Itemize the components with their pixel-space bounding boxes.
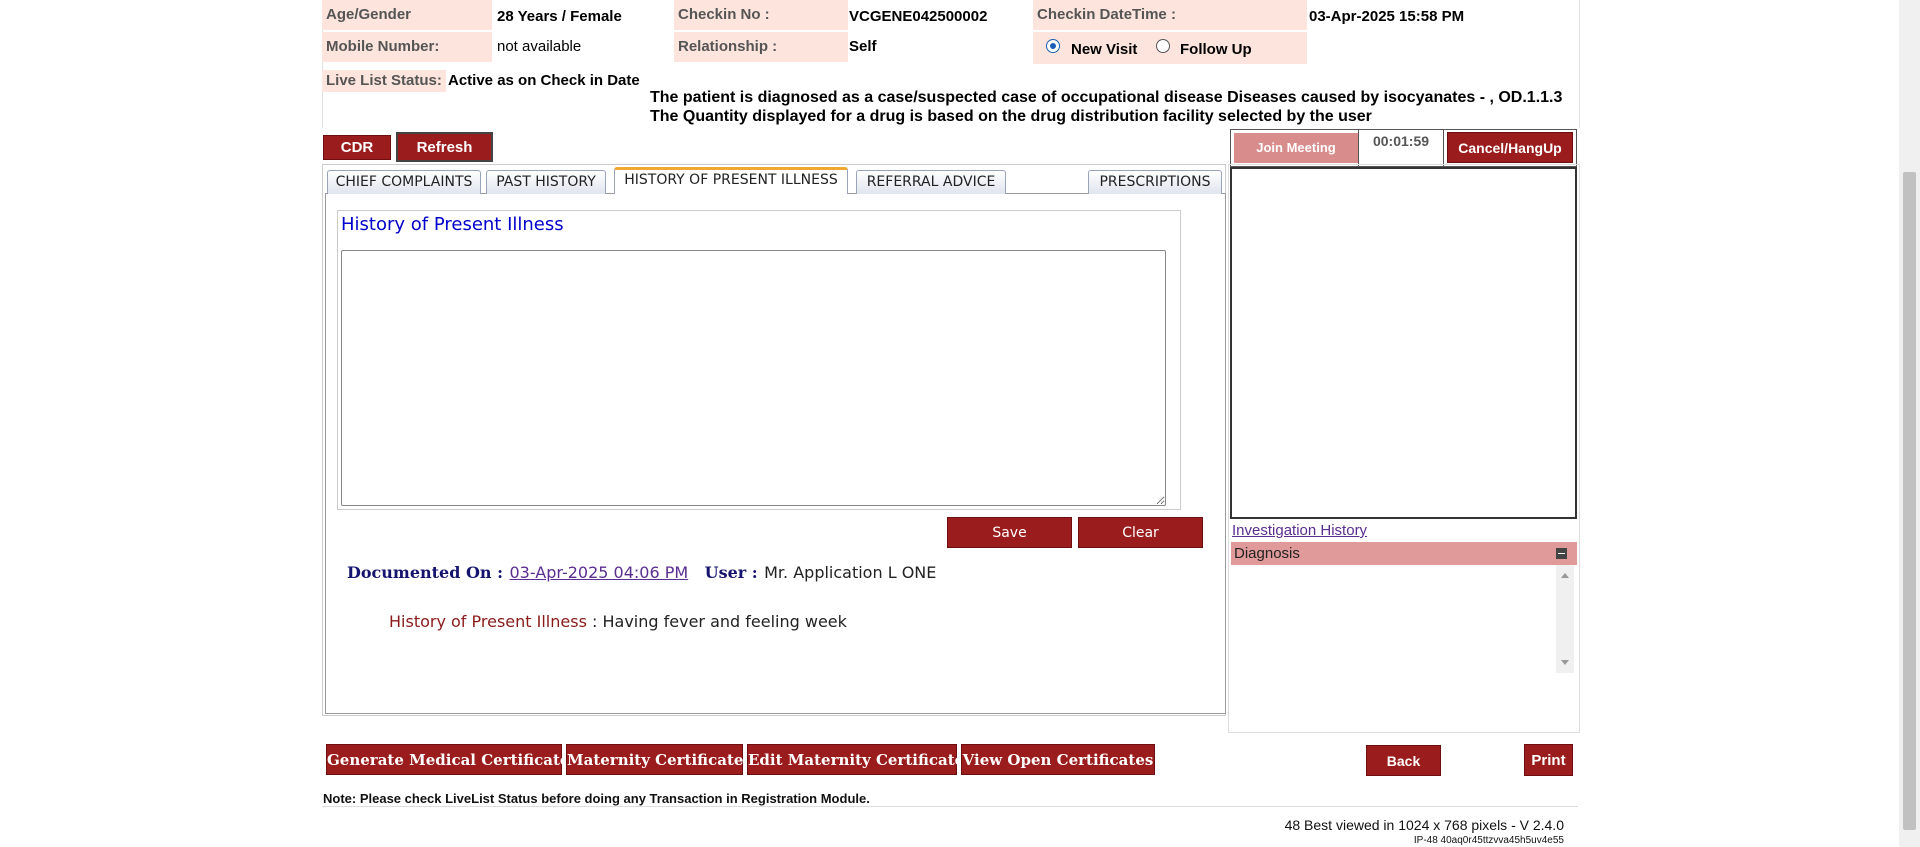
- livelist-note: Note: Please check LiveList Status befor…: [323, 791, 870, 806]
- scroll-down-icon[interactable]: [1561, 660, 1569, 665]
- user-value: Mr. Application L ONE: [764, 563, 937, 582]
- collapse-icon[interactable]: [1556, 548, 1567, 559]
- hpi-entry-value: Having fever and feeling week: [602, 612, 847, 631]
- clear-button[interactable]: Clear: [1078, 517, 1203, 548]
- age-gender-value: 28 Years / Female: [497, 8, 622, 25]
- new-visit-radio[interactable]: [1046, 39, 1060, 53]
- page-scroll-thumb[interactable]: [1903, 172, 1916, 830]
- documented-on-row: Documented On : 03-Apr-2025 04:06 PM Use…: [347, 563, 936, 583]
- meeting-timer: 00:01:59: [1358, 129, 1444, 167]
- radio-dot: [1050, 43, 1056, 49]
- tab-chief-complaints[interactable]: CHIEF COMPLAINTS: [327, 170, 481, 194]
- checkin-no-value: VCGENE042500002: [849, 8, 988, 25]
- join-meeting-button[interactable]: Join Meeting: [1234, 133, 1358, 163]
- investigation-history-link[interactable]: Investigation History: [1232, 522, 1367, 539]
- edit-maternity-certificate-button[interactable]: Edit Maternity Certificate: [747, 744, 964, 775]
- relationship-label: Relationship :: [674, 32, 848, 62]
- hpi-textarea[interactable]: [341, 250, 1166, 506]
- tab-past-history[interactable]: PAST HISTORY: [486, 170, 606, 194]
- minus-bar: [1558, 553, 1565, 554]
- view-open-certificates-button[interactable]: View Open Certificates: [961, 744, 1155, 775]
- back-button[interactable]: Back: [1366, 745, 1441, 776]
- age-gender-label: Age/Gender: [322, 0, 492, 30]
- diagnosis-label: Diagnosis: [1234, 545, 1300, 562]
- video-panel: [1230, 167, 1577, 519]
- mobile-value: not available: [497, 38, 582, 55]
- checkin-datetime-label: Checkin DateTime :: [1033, 0, 1307, 30]
- diagnosis-list[interactable]: [1231, 565, 1577, 673]
- relationship-value: Self: [849, 38, 877, 55]
- refresh-button[interactable]: Refresh: [396, 132, 493, 162]
- hpi-entry-separator: :: [592, 612, 598, 631]
- save-button[interactable]: Save: [947, 517, 1072, 548]
- checkin-no-label: Checkin No :: [674, 0, 848, 30]
- new-visit-label: New Visit: [1071, 41, 1138, 58]
- follow-up-radio[interactable]: [1156, 39, 1170, 53]
- hpi-entry-row: History of Present Illness : Having feve…: [389, 612, 847, 631]
- occupational-disease-notice: The patient is diagnosed as a case/suspe…: [650, 89, 1563, 106]
- documented-on-link[interactable]: 03-Apr-2025 04:06 PM: [510, 563, 689, 582]
- page-scrollbar[interactable]: [1899, 0, 1920, 847]
- generate-medical-certificate-button[interactable]: Generate Medical Certificate: [326, 744, 569, 775]
- documented-on-label: Documented On :: [347, 563, 504, 582]
- drug-quantity-notice: The Quantity displayed for a drug is bas…: [650, 108, 1372, 125]
- print-button[interactable]: Print: [1524, 744, 1573, 776]
- user-label: User :: [704, 563, 758, 582]
- checkin-datetime-value: 03-Apr-2025 15:58 PM: [1309, 8, 1465, 25]
- diagnosis-scrollbar[interactable]: [1556, 565, 1574, 673]
- tab-referral-advice[interactable]: REFERRAL ADVICE: [856, 170, 1006, 194]
- diagnosis-header[interactable]: Diagnosis: [1231, 542, 1577, 565]
- scroll-up-icon[interactable]: [1561, 573, 1569, 578]
- follow-up-label: Follow Up: [1180, 41, 1252, 58]
- version-info: 48 Best viewed in 1024 x 768 pixels - V …: [1284, 817, 1564, 833]
- hpi-legend: History of Present Illness: [341, 214, 564, 235]
- maternity-certificate-button[interactable]: Maternity Certificate: [566, 744, 743, 775]
- livelist-value: Active as on Check in Date: [448, 72, 640, 89]
- tab-prescriptions[interactable]: PRESCRIPTIONS: [1088, 170, 1222, 194]
- ip-info: IP-48 40aq0r45ttzvva45h5uv4e55: [1413, 835, 1564, 846]
- cancel-hangup-button[interactable]: Cancel/HangUp: [1447, 132, 1573, 163]
- hpi-entry-label: History of Present Illness: [389, 612, 587, 631]
- footer-divider: [322, 806, 1578, 807]
- cdr-button[interactable]: CDR: [323, 135, 391, 160]
- livelist-status: Live List Status:: [322, 70, 446, 92]
- livelist-label: Live List Status:: [326, 72, 442, 89]
- mobile-label: Mobile Number:: [322, 32, 492, 62]
- tab-history-of-present-illness[interactable]: HISTORY OF PRESENT ILLNESS: [614, 167, 848, 194]
